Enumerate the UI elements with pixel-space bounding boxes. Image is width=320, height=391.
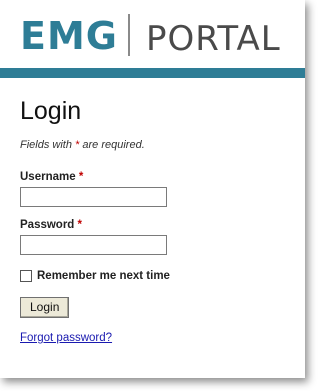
required-marker: * — [75, 139, 80, 151]
required-note-prefix: Fields with — [20, 139, 72, 151]
username-required-marker: * — [78, 171, 84, 183]
logo-emg: EMG — [20, 14, 118, 58]
page-title: Login — [20, 97, 82, 125]
password-required-marker: * — [77, 219, 83, 231]
username-field[interactable] — [20, 187, 167, 207]
portal-window: EMG PORTAL Login Fields with * are requi… — [0, 0, 305, 378]
login-button[interactable]: Login — [20, 297, 70, 318]
password-field[interactable] — [20, 235, 167, 255]
logo-portal: PORTAL — [146, 19, 281, 59]
forgot-password-link[interactable]: Forgot password? — [20, 332, 290, 344]
logo-divider — [128, 14, 130, 56]
remember-me-row[interactable]: Remember me next time — [20, 269, 290, 283]
username-label: Username * — [20, 170, 290, 184]
remember-me-checkbox[interactable] — [20, 270, 32, 282]
remember-me-label[interactable]: Remember me next time — [37, 269, 170, 283]
header-accent-bar — [0, 68, 305, 78]
header: EMG PORTAL — [0, 0, 305, 68]
required-note: Fields with * are required. — [20, 138, 290, 152]
required-note-suffix: are required. — [82, 139, 145, 151]
password-label-text: Password — [20, 219, 75, 231]
login-form: Login Fields with * are required. Userna… — [20, 96, 290, 344]
username-label-text: Username — [20, 171, 76, 183]
password-label: Password * — [20, 218, 290, 232]
